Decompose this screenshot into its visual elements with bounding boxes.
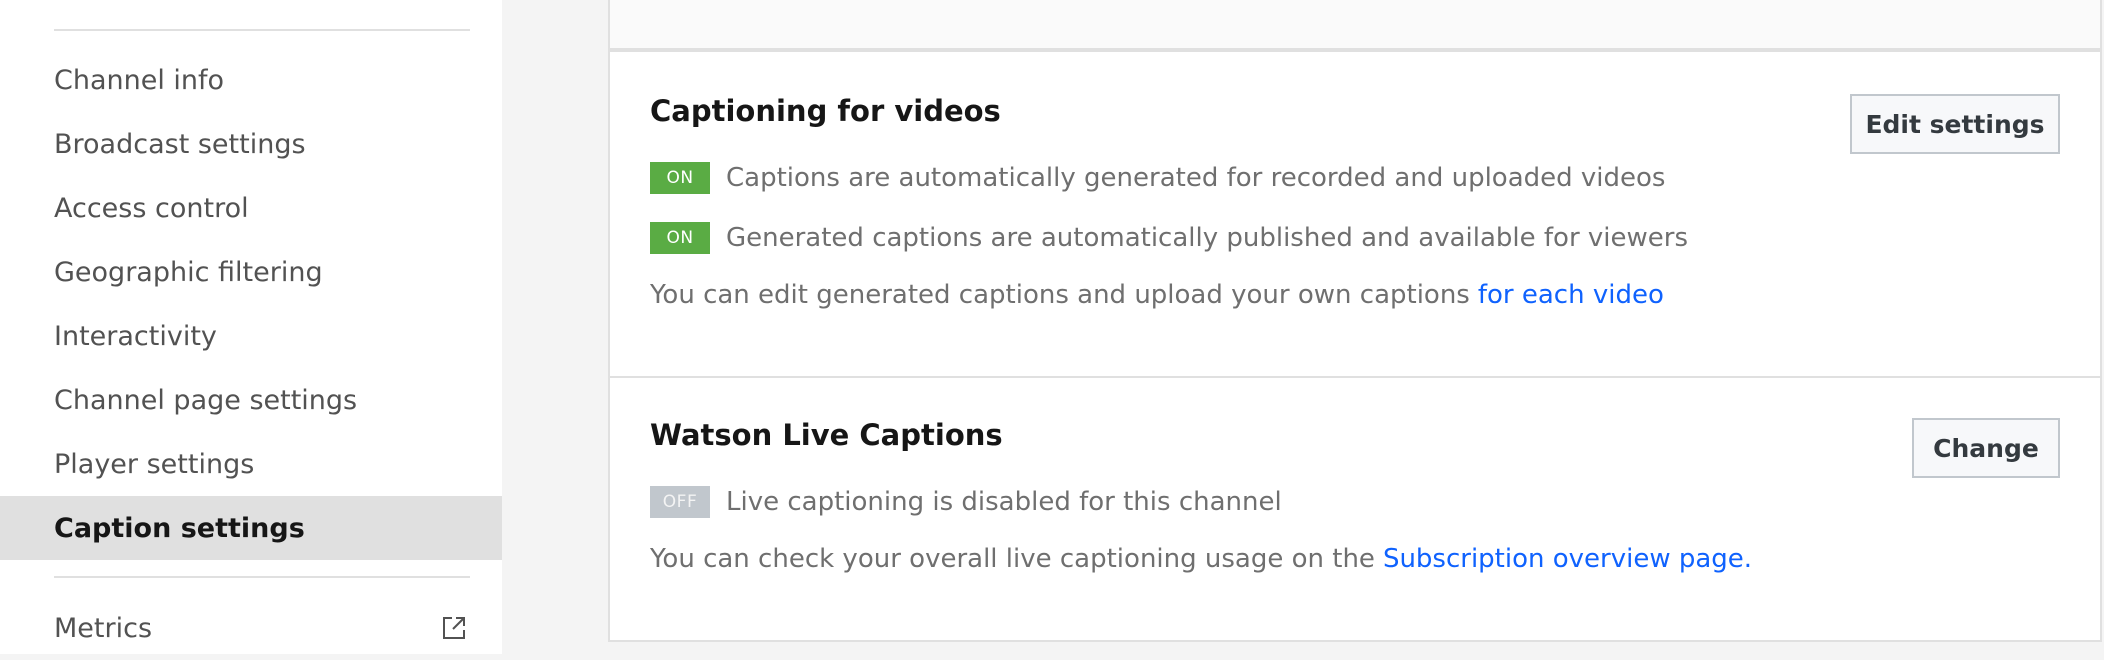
- sidebar-item-label: Access control: [54, 192, 249, 224]
- sidebar-divider: [54, 576, 470, 578]
- sidebar-item-player-settings[interactable]: Player settings: [0, 432, 502, 496]
- edit-settings-button[interactable]: Edit settings: [1850, 94, 2060, 154]
- sidebar-item-label: Channel page settings: [54, 384, 358, 416]
- live-captioning-row: OFF Live captioning is disabled for this…: [650, 486, 1282, 518]
- usage-note: You can check your overall live captioni…: [650, 544, 1752, 574]
- note-text: You can edit generated captions and uplo…: [650, 280, 1470, 310]
- section-title: Captioning for videos: [650, 94, 1001, 128]
- sidebar-item-metrics[interactable]: Metrics: [0, 596, 502, 660]
- sidebar-item-geographic-filtering[interactable]: Geographic filtering: [0, 240, 502, 304]
- status-badge: ON: [650, 162, 710, 194]
- sidebar-item-broadcast-settings[interactable]: Broadcast settings: [0, 112, 502, 176]
- note-text: You can check your overall live captioni…: [650, 544, 1375, 574]
- sidebar-item-label: Channel info: [54, 64, 225, 96]
- sidebar-item-label: Interactivity: [54, 320, 217, 352]
- sidebar-item-channel-info[interactable]: Channel info: [0, 48, 502, 112]
- subscription-overview-link[interactable]: Subscription overview page.: [1383, 544, 1752, 574]
- sidebar-item-access-control[interactable]: Access control: [0, 176, 502, 240]
- sidebar-divider: [54, 29, 470, 31]
- status-badge: ON: [650, 222, 710, 254]
- captioning-for-videos-panel: Captioning for videos Edit settings ON C…: [608, 52, 2102, 378]
- sidebar-item-label: Geographic filtering: [54, 256, 323, 288]
- watson-live-captions-panel: Watson Live Captions Change OFF Live cap…: [608, 376, 2102, 642]
- sidebar-item-interactivity[interactable]: Interactivity: [0, 304, 502, 368]
- sidebar-item-label: Caption settings: [54, 512, 305, 544]
- sidebar-item-label: Metrics: [54, 612, 153, 644]
- auto-generate-text: Captions are automatically generated for…: [726, 163, 1666, 193]
- settings-sidebar: Channel info Broadcast settings Access c…: [0, 0, 502, 654]
- auto-publish-text: Generated captions are automatically pub…: [726, 223, 1689, 253]
- for-each-video-link[interactable]: for each video: [1478, 280, 1664, 310]
- section-title: Watson Live Captions: [650, 418, 1003, 452]
- previous-section-panel: [608, 0, 2102, 52]
- change-button[interactable]: Change: [1912, 418, 2060, 478]
- live-captioning-text: Live captioning is disabled for this cha…: [726, 487, 1282, 517]
- edit-captions-note: You can edit generated captions and uplo…: [650, 280, 1664, 310]
- sidebar-item-caption-settings[interactable]: Caption settings: [0, 496, 502, 560]
- sidebar-item-label: Player settings: [54, 448, 255, 480]
- auto-publish-row: ON Generated captions are automatically …: [650, 222, 1688, 254]
- sidebar-item-label: Broadcast settings: [54, 128, 306, 160]
- sidebar-item-channel-page-settings[interactable]: Channel page settings: [0, 368, 502, 432]
- auto-generate-row: ON Captions are automatically generated …: [650, 162, 1665, 194]
- external-link-icon[interactable]: [440, 614, 468, 642]
- status-badge: OFF: [650, 486, 710, 518]
